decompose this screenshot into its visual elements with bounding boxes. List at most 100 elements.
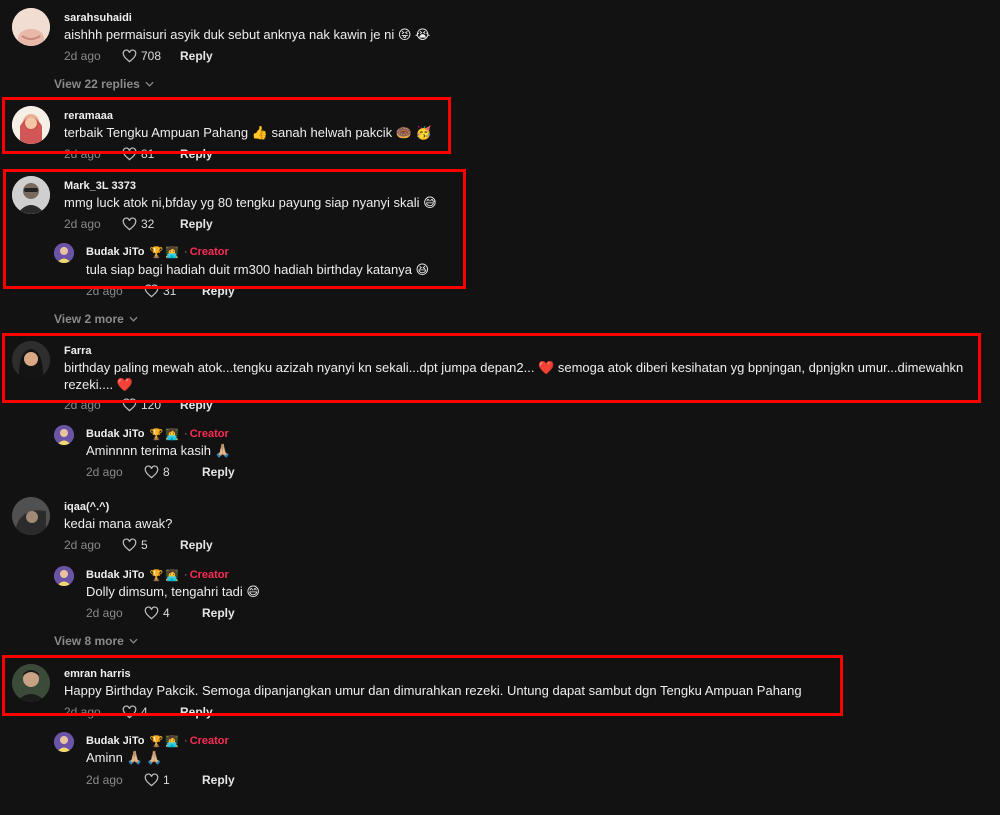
comment-meta: 2d ago 4 Reply — [64, 705, 213, 719]
creator-avatar[interactable] — [54, 732, 74, 752]
reply-button[interactable]: Reply — [180, 538, 213, 552]
reply-button[interactable]: Reply — [180, 705, 213, 719]
reply-username[interactable]: Budak JiTo 🏆 👩‍💻 · Creator — [86, 245, 229, 260]
like-button[interactable]: 708 — [122, 49, 174, 63]
like-button[interactable]: 120 — [122, 398, 174, 412]
reply-button[interactable]: Reply — [180, 217, 213, 231]
like-count: 708 — [141, 49, 162, 63]
like-count: 8 — [163, 465, 170, 479]
creator-name: Budak JiTo — [86, 735, 145, 747]
reply-text: Dolly dimsum, tengahri tadi 😄 — [86, 584, 260, 599]
trophy-icon: 🏆 — [149, 247, 164, 259]
like-button[interactable]: 31 — [144, 284, 196, 298]
view-replies-button[interactable]: View 2 more — [54, 312, 138, 326]
comment-username[interactable]: sarahsuhaidi — [64, 11, 132, 25]
like-button[interactable]: 4 — [122, 705, 174, 719]
comment-meta: 2d ago 32 Reply — [64, 217, 213, 231]
like-button[interactable]: 4 — [144, 606, 196, 620]
comment-username[interactable]: reramaaa — [64, 109, 113, 123]
avatar[interactable] — [12, 176, 50, 214]
separator-dot: · — [184, 569, 188, 581]
chevron-down-icon — [129, 638, 138, 644]
chevron-down-icon — [145, 81, 154, 87]
reply-text: Aminn 🙏🏼 🙏🏼 — [86, 750, 163, 765]
avatar[interactable] — [12, 664, 50, 702]
reply-button[interactable]: Reply — [202, 773, 235, 787]
reply-meta: 2d ago 8 Reply — [86, 465, 235, 479]
like-count: 32 — [141, 217, 155, 231]
reply-meta: 2d ago 4 Reply — [86, 606, 235, 620]
comment-meta: 2d ago 5 Reply — [64, 538, 213, 552]
heart-outline-icon — [122, 147, 137, 161]
like-count: 4 — [141, 705, 148, 719]
reply-date: 2d ago — [86, 773, 123, 787]
heart-outline-icon — [122, 49, 137, 63]
comment-meta: 2d ago 81 Reply — [64, 147, 213, 161]
like-count: 120 — [141, 398, 162, 412]
comment-date: 2d ago — [64, 705, 101, 719]
reply-meta: 2d ago 31 Reply — [86, 284, 235, 298]
comment-text: kedai mana awak? — [64, 516, 173, 531]
view-replies-button[interactable]: View 22 replies — [54, 77, 154, 91]
like-count: 31 — [163, 284, 177, 298]
creator-name: Budak JiTo — [86, 246, 145, 258]
trophy-icon: 🏆 — [149, 570, 164, 582]
comment-username[interactable]: emran harris — [64, 667, 131, 681]
heart-outline-icon — [144, 773, 159, 787]
reply-button[interactable]: Reply — [202, 465, 235, 479]
creator-name: Budak JiTo — [86, 569, 145, 581]
view-replies-label: View 2 more — [54, 312, 124, 326]
like-button[interactable]: 5 — [122, 538, 174, 552]
reply-button[interactable]: Reply — [180, 147, 213, 161]
like-count: 81 — [141, 147, 155, 161]
comment-meta: 2d ago 120 Reply — [64, 398, 213, 412]
separator-dot: · — [184, 428, 188, 440]
view-replies-label: View 8 more — [54, 634, 124, 648]
chevron-down-icon — [129, 316, 138, 322]
like-button[interactable]: 1 — [144, 773, 196, 787]
comment-meta: 2d ago 708 Reply — [64, 49, 213, 63]
creator-label: Creator — [189, 569, 229, 581]
comment-username[interactable]: Farra — [64, 344, 92, 358]
avatar[interactable] — [12, 497, 50, 535]
creator-avatar[interactable] — [54, 425, 74, 445]
reply-date: 2d ago — [86, 284, 123, 298]
reply-button[interactable]: Reply — [180, 398, 213, 412]
person-badge-icon: 👩‍💻 — [165, 247, 179, 259]
person-badge-icon: 👩‍💻 — [165, 736, 179, 748]
separator-dot: · — [184, 246, 188, 258]
like-button[interactable]: 8 — [144, 465, 196, 479]
like-count: 5 — [141, 538, 148, 552]
reply-date: 2d ago — [86, 465, 123, 479]
creator-avatar[interactable] — [54, 566, 74, 586]
comment-date: 2d ago — [64, 147, 101, 161]
heart-outline-icon — [122, 538, 137, 552]
heart-outline-icon — [144, 606, 159, 620]
comment-text: mmg luck atok ni,bfday yg 80 tengku payu… — [64, 195, 437, 210]
like-button[interactable]: 81 — [122, 147, 174, 161]
comment-username[interactable]: Mark_3L 3373 — [64, 179, 136, 193]
comment-text: Happy Birthday Pakcik. Semoga dipanjangk… — [64, 683, 802, 698]
reply-username[interactable]: Budak JiTo 🏆 👩‍💻 · Creator — [86, 734, 229, 749]
avatar[interactable] — [12, 8, 50, 46]
view-replies-button[interactable]: View 8 more — [54, 634, 138, 648]
creator-name: Budak JiTo — [86, 428, 145, 440]
comment-username[interactable]: iqaa(^.^) — [64, 500, 109, 514]
avatar[interactable] — [12, 106, 50, 144]
reply-username[interactable]: Budak JiTo 🏆 👩‍💻 · Creator — [86, 568, 229, 583]
like-button[interactable]: 32 — [122, 217, 174, 231]
avatar[interactable] — [12, 341, 50, 379]
reply-button[interactable]: Reply — [180, 49, 213, 63]
reply-button[interactable]: Reply — [202, 606, 235, 620]
person-badge-icon: 👩‍💻 — [165, 429, 179, 441]
trophy-icon: 🏆 — [149, 736, 164, 748]
creator-label: Creator — [189, 246, 229, 258]
comment-date: 2d ago — [64, 217, 101, 231]
separator-dot: · — [184, 735, 188, 747]
creator-avatar[interactable] — [54, 243, 74, 263]
heart-outline-icon — [122, 217, 137, 231]
view-replies-label: View 22 replies — [54, 77, 140, 91]
like-count: 4 — [163, 606, 170, 620]
reply-button[interactable]: Reply — [202, 284, 235, 298]
reply-username[interactable]: Budak JiTo 🏆 👩‍💻 · Creator — [86, 427, 229, 442]
